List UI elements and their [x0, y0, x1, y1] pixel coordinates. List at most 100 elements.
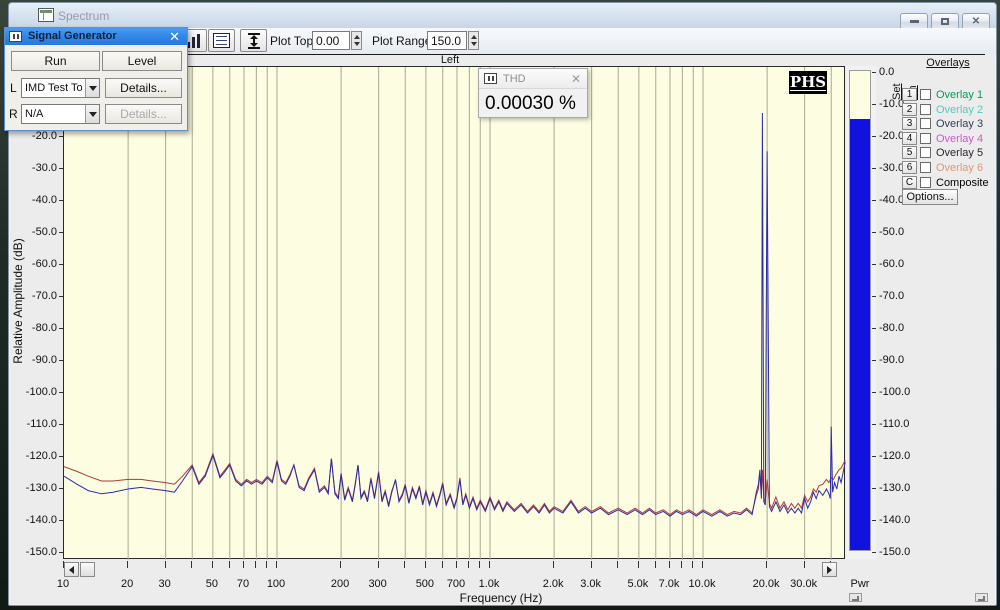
y-tick	[872, 392, 876, 393]
left-details-button[interactable]: Details...	[105, 78, 182, 98]
y-tick	[872, 200, 876, 201]
overlay-on-checkbox-c[interactable]	[920, 177, 931, 188]
desktop: { "window": { "title": "Spectrum", "tool…	[0, 0, 1000, 610]
overlay-label: Overlay 3	[936, 118, 983, 130]
x-tick-label: 1.0k	[466, 578, 512, 590]
plot-top-spinner[interactable]	[351, 31, 362, 50]
y-tick	[59, 424, 63, 425]
x-tick-label: 100	[253, 578, 299, 590]
y-tick	[872, 456, 876, 457]
phs-logo: PHS	[789, 71, 827, 94]
y-tick	[872, 264, 876, 265]
overlay-set-button-2[interactable]: 2	[902, 103, 917, 116]
right-signal-type-combobox[interactable]: N/A	[21, 104, 100, 124]
overlay-on-checkbox-2[interactable]	[920, 104, 931, 115]
overlay-set-button-c[interactable]: C	[902, 176, 917, 189]
thd-window[interactable]: THD ✕ 0.00030 %	[478, 68, 588, 118]
y-tick	[59, 328, 63, 329]
overlay-set-button-6[interactable]: 6	[902, 161, 917, 174]
spectrum-plot[interactable]	[63, 66, 845, 559]
overlay-on-checkbox-1[interactable]	[920, 89, 931, 100]
x-tick	[442, 561, 443, 568]
y-tick	[872, 360, 876, 361]
y-tick-label: -20.0	[17, 130, 57, 142]
window-title: Spectrum	[58, 9, 109, 23]
minimize-icon	[910, 20, 919, 23]
scrollbar-thumb[interactable]	[80, 562, 95, 577]
plot-channel-title: Left	[420, 54, 480, 66]
fit-vertical-scale-button[interactable]	[240, 29, 267, 52]
thd-close-icon[interactable]: ✕	[571, 72, 581, 86]
y-tick	[59, 520, 63, 521]
plot-range-input[interactable]	[427, 31, 467, 50]
title-bar[interactable]: Spectrum ✕	[9, 3, 996, 28]
y-tick	[59, 168, 63, 169]
splitter-grip-right[interactable]	[975, 593, 988, 602]
y-tick-label: -50.0	[879, 226, 904, 238]
overlay-options-button[interactable]: Options...	[902, 189, 958, 205]
x-tick	[212, 561, 213, 568]
y-tick	[872, 488, 876, 489]
x-tick	[165, 561, 166, 568]
y-tick-label: -130.0	[17, 482, 57, 494]
y-tick-label: -150.0	[879, 546, 910, 558]
y-tick	[59, 136, 63, 137]
overlay-on-checkbox-4[interactable]	[920, 133, 931, 144]
overlay-on-checkbox-5[interactable]	[920, 147, 931, 158]
overlay-set-button-1[interactable]: 1	[902, 88, 917, 101]
signal-generator-title-bar[interactable]: Signal Generator ✕	[5, 28, 187, 45]
display-properties-button[interactable]	[208, 29, 235, 52]
signal-generator-title: Signal Generator	[28, 30, 117, 42]
y-tick-label: -90.0	[17, 354, 57, 366]
y-tick-label: -100.0	[17, 386, 57, 398]
x-tick-label: 300	[355, 578, 401, 590]
blue-trace	[64, 113, 845, 516]
y-tick	[872, 136, 876, 137]
splitter-grip-left[interactable]	[849, 593, 862, 602]
y-tick	[59, 296, 63, 297]
overlay-set-button-5[interactable]: 5	[902, 146, 917, 159]
arrow-left-icon	[69, 566, 74, 574]
chevron-down-icon[interactable]	[85, 105, 99, 123]
y-tick-label: -40.0	[879, 194, 904, 206]
y-tick	[59, 456, 63, 457]
overlay-set-button-3[interactable]: 3	[902, 117, 917, 130]
x-tick	[692, 561, 693, 568]
overlay-label: Overlay 5	[936, 147, 983, 159]
plot-range-spinner[interactable]	[468, 31, 479, 50]
left-signal-type-combobox[interactable]: IMD Test To	[21, 78, 100, 98]
right-signal-type-value: N/A	[25, 108, 83, 120]
overlay-label: Composite	[936, 177, 989, 189]
y-tick	[59, 552, 63, 553]
scrollbar-left-arrow[interactable]	[64, 562, 79, 577]
level-button[interactable]: Level	[102, 51, 182, 71]
overlay-set-button-4[interactable]: 4	[902, 132, 917, 145]
y-tick-label: -90.0	[879, 354, 904, 366]
signal-generator-dialog[interactable]: Signal Generator ✕ Run Level L IMD Test …	[4, 27, 188, 131]
overlay-on-checkbox-6[interactable]	[920, 162, 931, 173]
y-tick	[872, 328, 876, 329]
scrollbar-right-arrow[interactable]	[822, 562, 837, 577]
thd-title-bar[interactable]: THD ✕	[479, 69, 587, 89]
plot-top-label: Plot Top:	[270, 34, 316, 48]
power-level-bar	[849, 70, 871, 551]
plot-top-input[interactable]	[312, 31, 350, 50]
x-tick	[553, 561, 554, 568]
y-tick-label: -140.0	[17, 514, 57, 526]
overlay-on-checkbox-3[interactable]	[920, 118, 931, 129]
overlay-label: Overlay 1	[936, 89, 983, 101]
chevron-down-icon[interactable]	[85, 79, 99, 97]
run-button[interactable]: Run	[11, 51, 100, 71]
x-tick	[702, 561, 703, 568]
arrow-right-icon	[827, 566, 832, 574]
right-channel-label: R	[9, 107, 18, 121]
y-tick-label: -60.0	[17, 258, 57, 270]
y-tick	[59, 200, 63, 201]
y-tick-label: -130.0	[879, 482, 910, 494]
x-tick	[255, 561, 256, 568]
signal-generator-close-icon[interactable]: ✕	[169, 29, 180, 45]
y-tick	[59, 392, 63, 393]
x-tick	[229, 561, 230, 568]
x-tick	[479, 561, 480, 568]
spectrum-svg	[64, 67, 846, 560]
